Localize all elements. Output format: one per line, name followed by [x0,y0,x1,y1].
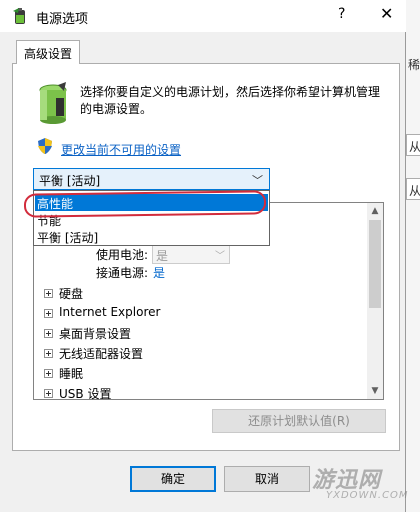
background-window: 稀 [406,0,420,512]
background-field: 从 [406,134,420,156]
plugged-in-label: 接通电源: [96,266,149,280]
scroll-thumb[interactable] [369,220,381,308]
ok-button[interactable]: 确定 [130,466,216,492]
tree-item-desktop-background[interactable]: 桌面背景设置 [59,325,131,342]
annotation-highlight [23,190,267,218]
battery-plan-icon [39,82,67,124]
chevron-down-icon: ﹀ [215,251,225,262]
close-button[interactable]: ✕ [380,4,393,23]
background-field: 从 [406,178,420,200]
tree-item-sleep[interactable]: 睡眠 [59,365,83,382]
cancel-button[interactable]: 取消 [224,466,310,492]
background-text: 稀 [408,58,420,72]
restore-defaults-button[interactable]: 还原计划默认值(R) [212,409,386,433]
help-button[interactable]: ? [338,6,345,22]
change-unavailable-settings-link[interactable]: 更改当前不可用的设置 [61,141,181,158]
plan-select-value: 平衡 [活动] [39,174,101,188]
plugged-in-value[interactable]: 是 [153,264,165,281]
expand-plus-icon[interactable] [44,389,53,398]
tree-item-internet-explorer[interactable]: Internet Explorer [59,305,160,319]
shield-icon [38,138,52,154]
on-battery-label: 使用电池: [96,248,149,262]
tree-item-wireless-adapter[interactable]: 无线适配器设置 [59,345,143,362]
chevron-down-icon: ﹀ [252,174,263,187]
tab-advanced-settings[interactable]: 高级设置 [16,40,80,64]
scroll-down-arrow-icon[interactable]: ▼ [367,383,383,399]
tree-scrollbar[interactable]: ▲ ▼ [367,203,383,399]
tree-item-usb-settings[interactable]: USB 设置 [59,385,111,402]
expand-plus-icon[interactable] [44,369,53,378]
expand-plus-icon[interactable] [44,329,53,338]
window-title: 电源选项 [36,12,89,27]
plan-description: 选择你要自定义的电源计划，然后选择你希望计算机管理的电源设置。 [80,85,381,116]
power-plan-select[interactable]: 平衡 [活动] ﹀ [33,168,270,190]
on-battery-value: 是 [156,249,169,263]
on-battery-select: 是 ﹀ [152,244,230,264]
expand-plus-icon[interactable] [44,349,53,358]
scroll-up-arrow-icon[interactable]: ▲ [367,203,383,219]
power-battery-icon [13,8,25,24]
plan-option-balanced[interactable]: 平衡 [活动] [35,228,268,245]
title-bar: 电源选项 ? ✕ [0,0,406,32]
expand-plus-icon[interactable] [44,289,53,298]
expand-plus-icon[interactable] [44,309,53,318]
tree-item-hard-disk[interactable]: 硬盘 [59,285,83,302]
background-text: 从 [409,184,420,198]
background-text: 从 [409,140,420,154]
power-options-dialog: 电源选项 ? ✕ 高级设置 选择你要自定义的电源计划，然后选择你希望计算机管理的… [0,0,406,512]
